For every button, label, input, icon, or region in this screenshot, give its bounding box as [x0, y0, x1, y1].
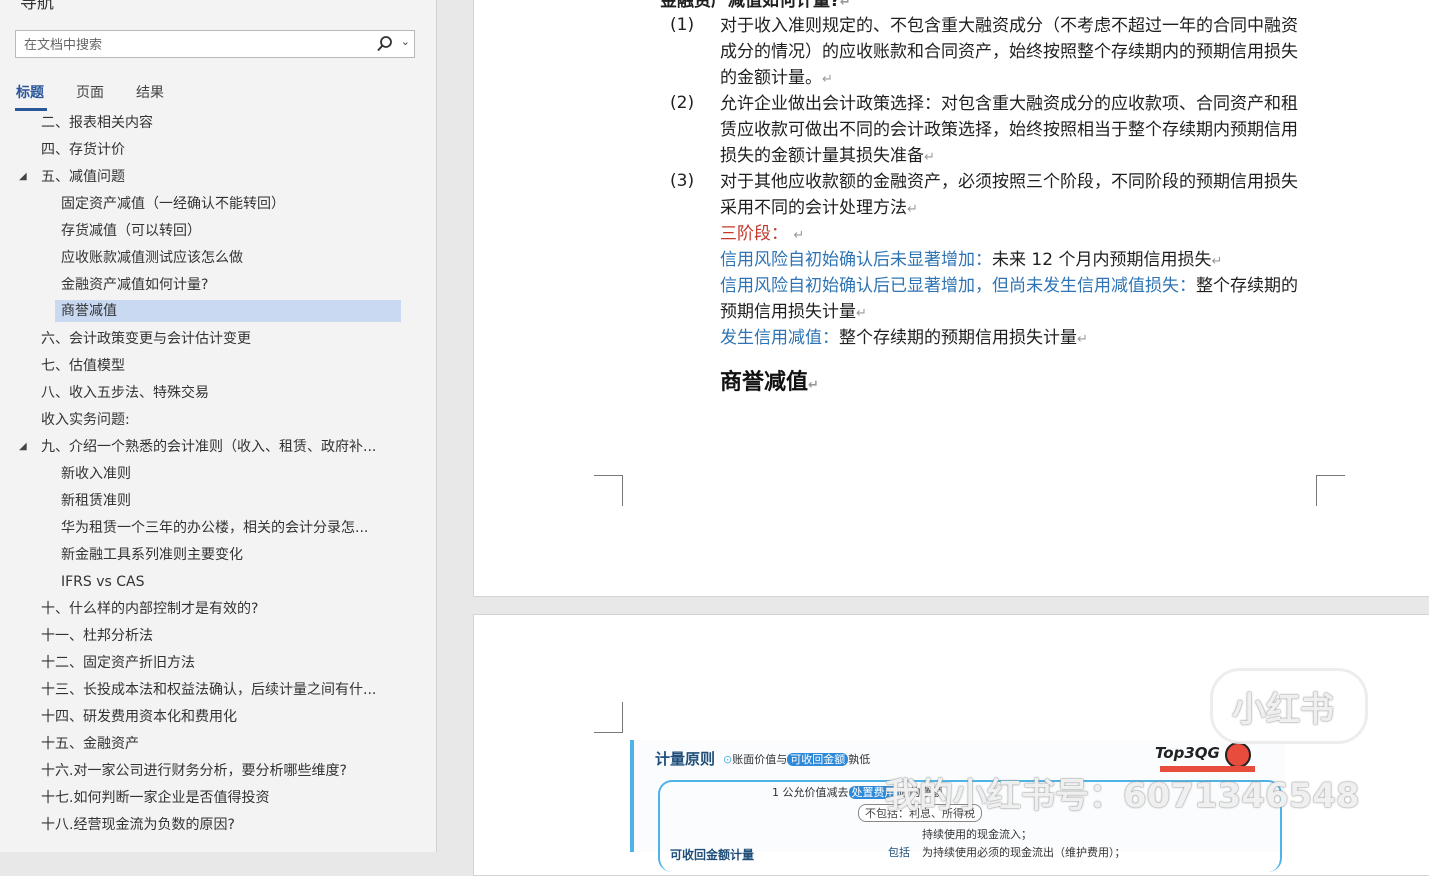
mindmap-left-label: 可收回金额计量: [670, 848, 755, 862]
outline-item[interactable]: 收入实务问题:: [41, 409, 130, 431]
crop-mark: [594, 702, 623, 733]
account-watermark: 我的小红书号：607134654​8: [885, 776, 1360, 816]
outline-item[interactable]: 十三、长投成本法和权益法确认，后续计量之间有什...: [41, 679, 376, 701]
stage-2-line-cont: 预期信用损失计量↵: [720, 302, 867, 322]
goodwill-heading: 商誉减值↵: [720, 370, 819, 395]
tab-pages[interactable]: 页面: [76, 82, 104, 102]
outline-item[interactable]: IFRS vs CAS: [61, 571, 145, 593]
outline-item[interactable]: 七、估值模型: [41, 355, 125, 377]
outline-item[interactable]: 八、收入五步法、特殊交易: [41, 382, 209, 404]
search-icon[interactable]: [376, 34, 394, 54]
mindmap-left-label-2: 包括: [888, 846, 910, 859]
mindmap-title: 计量原则: [655, 750, 716, 768]
outline-item[interactable]: 十四、研发费用资本化和费用化: [41, 706, 237, 728]
outline-item[interactable]: 十、什么样的内部控制才是有效的?: [41, 598, 258, 620]
collapse-caret-icon[interactable]: ◢: [19, 441, 27, 452]
outline-item[interactable]: 十八.经营现金流为负数的原因?: [41, 814, 235, 836]
stage-2-line: 信用风险自初始确认后已显著增加，但尚未发生信用减值损失：整个存续期的: [720, 276, 1298, 296]
tab-results[interactable]: 结果: [136, 82, 164, 102]
outline-item[interactable]: 十五、金融资产: [41, 733, 139, 755]
outline-item[interactable]: 二、报表相关内容: [41, 112, 153, 134]
list-number: (3): [670, 171, 695, 191]
outline-item[interactable]: 存货减值（可以转回）: [61, 220, 201, 242]
outline-item[interactable]: 四、存货计价: [41, 139, 125, 161]
mindmap-subtitle: ⊙账面价值与 可收回金额 孰低: [723, 753, 871, 766]
paragraph-line: 允许企业做出会计政策选择：对包含重大融资成分的应收款项、合同资产和租: [720, 94, 1298, 114]
list-number: (1): [670, 15, 695, 35]
search-input[interactable]: [22, 34, 366, 56]
list-number: (2): [670, 93, 695, 113]
paragraph-line: 成分的情况）的应收账款和合同资产，始终按照整个存续期内的预期信用损失: [720, 42, 1298, 62]
stages-label: 三阶段： ↵: [720, 224, 805, 244]
mindmap-border: [630, 740, 634, 852]
sticker-logo: Top3QG: [1155, 744, 1220, 762]
navigation-pane: 导航 ⌄ 标题 页面 结果 二、报表相关内容 四、存货计价 ◢ 五、减值问题 固…: [0, 0, 437, 852]
stage-3-line: 发生信用减值：整个存续期的预期信用损失计量↵: [720, 328, 1088, 348]
outline-item[interactable]: 六、会计政策变更与会计估计变更: [41, 328, 251, 350]
tab-headings[interactable]: 标题: [16, 82, 44, 102]
outline-item[interactable]: 新租赁准则: [61, 490, 131, 512]
outline-item[interactable]: 十六.对一家公司进行财务分析，要分析哪些维度?: [41, 760, 347, 782]
outline-item[interactable]: 应收账款减值测试应该怎么做: [61, 247, 243, 269]
stage-1-line: 信用风险自初始确认后未显著增加：未来 12 个月内预期信用损失↵: [720, 250, 1223, 270]
collapse-caret-icon[interactable]: ◢: [19, 171, 27, 182]
outline-item[interactable]: 新金融工具系列准则主要变化: [61, 544, 243, 566]
outline-item[interactable]: 五、减值问题: [41, 166, 125, 188]
mindmap-node-3: 持续使用的现金流入；: [922, 828, 1032, 841]
paragraph-line: 对于其他应收款额的金融资产，必须按照三个阶段，不同阶段的预期信用损失: [720, 172, 1298, 192]
outline-item[interactable]: 十七.如何判断一家企业是否值得投资: [41, 787, 269, 809]
paragraph-line: 赁应收款可做出不同的会计政策选择，始终按照相当于整个存续期内预期信用: [720, 120, 1298, 140]
search-options-dropdown-icon[interactable]: ⌄: [401, 35, 410, 48]
mindmap-node-4: 为持续使用必须的现金流出（维护费用）；: [922, 846, 1126, 859]
nav-pane-title: 导航: [20, 0, 54, 13]
crop-mark: [594, 475, 623, 506]
paragraph-line: 采用不同的会计处理方法↵: [720, 198, 918, 218]
outline-item[interactable]: 十一、杜邦分析法: [41, 625, 153, 647]
active-tab-indicator: [15, 108, 47, 111]
outline-item-selected[interactable]: 商誉减值: [55, 300, 401, 322]
outline-item[interactable]: 固定资产减值（一经确认不能转回）: [61, 193, 285, 215]
search-box[interactable]: ⌄: [15, 30, 415, 58]
outline-item[interactable]: 九、介绍一个熟悉的会计准则（收入、租赁、政府补...: [41, 436, 376, 458]
paragraph-line: 的金额计量。↵: [720, 68, 833, 88]
sticker-face-icon: [1225, 742, 1251, 768]
outline-item[interactable]: 华为租赁一个三年的办公楼，相关的会计分录怎...: [61, 517, 368, 539]
outline-item[interactable]: 十二、固定资产折旧方法: [41, 652, 195, 674]
paragraph-line: 对于收入准则规定的、不包含重大融资成分（不考虑不超过一年的合同中融资: [720, 16, 1298, 36]
outline-item[interactable]: 新收入准则: [61, 463, 131, 485]
outline-item[interactable]: 金融资产减值如何计量?: [61, 274, 208, 296]
paragraph-line: 损失的金额计量其损失准备↵: [720, 146, 935, 166]
crop-mark: [1316, 475, 1345, 506]
brand-watermark: 小红书: [1232, 690, 1334, 730]
